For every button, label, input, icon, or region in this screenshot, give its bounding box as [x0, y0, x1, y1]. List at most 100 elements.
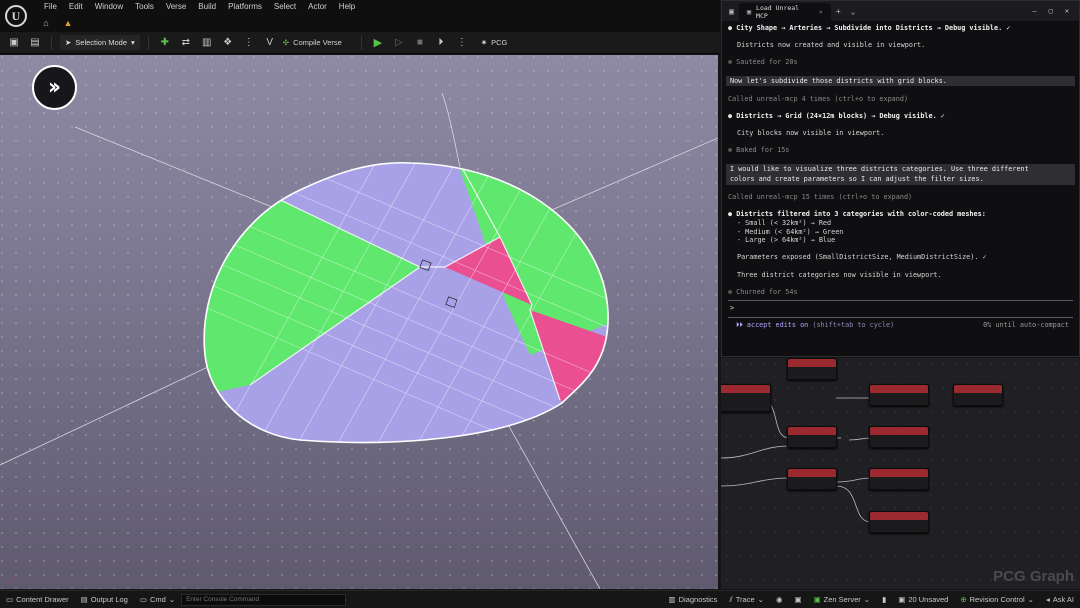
toolbar-divider — [147, 35, 149, 50]
revision-control-label: Revision Control — [969, 595, 1025, 604]
blueprint-icon[interactable]: ❖ — [220, 35, 236, 51]
home-icon[interactable]: ⌂ — [38, 17, 54, 30]
graph-node[interactable] — [721, 384, 771, 412]
graph-node[interactable] — [869, 426, 929, 448]
mode-hint: (shift+tab to cycle) — [812, 321, 895, 329]
close-window-icon[interactable]: ✕ — [1065, 7, 1069, 15]
content-browser-icon[interactable]: ▤ — [27, 35, 43, 51]
terminal-spacer — [728, 185, 1073, 194]
verse-icon[interactable]: V — [262, 35, 278, 51]
terminal-spacer — [728, 67, 1073, 76]
menu-item-edit[interactable]: Edit — [63, 2, 89, 12]
compile-verse-label: Compile Verse — [293, 38, 342, 47]
menu-item-tools[interactable]: Tools — [129, 2, 160, 12]
new-tab-icon[interactable]: + — [831, 7, 846, 16]
selection-mode-label: Selection Mode — [75, 38, 127, 47]
revision-icon: ⊕ — [960, 595, 967, 604]
cmd-label: Cmd — [149, 595, 166, 604]
save-icon: ▣ — [898, 595, 906, 604]
terminal-meta-line: Called unreal-mcp 15 times (ctrl+o to ex… — [728, 193, 913, 202]
diagnostics-label: Diagnostics — [678, 595, 718, 604]
terminal-tab[interactable]: ▣ Load Unreal MCP × — [738, 3, 831, 21]
mode-arrows-icon: ⏵⏵ — [736, 321, 747, 329]
menu-item-platforms[interactable]: Platforms — [222, 2, 268, 12]
save-icon[interactable]: ▣ — [6, 35, 22, 51]
claude-terminal-window: ▣ ▣ Load Unreal MCP × + ⌄ — ▢ ✕ ● City S… — [721, 0, 1080, 357]
cmd-dropdown[interactable]: ▭ Cmd ⌄ — [134, 595, 181, 604]
zen-server-dropdown[interactable]: ▣ Zen Server ⌄ — [808, 595, 877, 604]
play-options-icon[interactable]: ⋮ — [454, 35, 470, 51]
camera-icon[interactable]: ▣ — [788, 595, 807, 604]
terminal-titlebar: ▣ ▣ Load Unreal MCP × + ⌄ — ▢ ✕ — [722, 1, 1079, 21]
terminal-spacer — [728, 202, 1073, 211]
menu-item-window[interactable]: Window — [89, 2, 129, 12]
terminal-spacer — [728, 138, 1073, 147]
trace-label: Trace — [735, 595, 755, 604]
ask-ai-button[interactable]: ◂ Ask AI — [1040, 595, 1080, 604]
graph-node[interactable] — [869, 511, 929, 533]
bullet-icon: ● — [728, 210, 737, 219]
mode-indicator: ⏵⏵ accept edits on (shift+tab to cycle) — [736, 321, 894, 330]
compile-verse-button[interactable]: ✣ Compile Verse — [283, 38, 342, 47]
graph-node[interactable] — [787, 426, 837, 448]
menu-item-help[interactable]: Help — [333, 2, 361, 12]
cinematics-icon[interactable]: ▥ — [199, 35, 215, 51]
transform-icon[interactable]: ⇄ — [178, 35, 194, 51]
graph-node[interactable] — [787, 358, 837, 380]
console-command-input[interactable] — [181, 593, 347, 606]
viewport-scene — [0, 55, 718, 589]
unreal-logo-icon[interactable]: U — [5, 5, 27, 27]
arrow-icon: ◂ — [1045, 595, 1050, 604]
terminal-text-line: - Large (> 64km²) → Blue — [737, 236, 836, 245]
graph-node[interactable] — [869, 468, 929, 490]
launch-icon[interactable]: ⏵ — [433, 35, 449, 51]
terminal-text-line: - Small (< 32km²) → Red — [737, 219, 832, 228]
mode-label: accept edits on — [746, 321, 809, 329]
pcg-label: PCG — [491, 38, 508, 47]
main-menu: File Edit Window Tools Verse Build Platforms Se… — [38, 2, 361, 12]
menu-item-build[interactable]: Build — [192, 2, 222, 12]
trace-dropdown[interactable]: ⫽ Trace ⌄ — [723, 595, 770, 605]
terminal-icon: ▭ — [139, 595, 147, 604]
chevron-down-icon[interactable]: ⌄ — [846, 7, 861, 16]
level-tab-icon[interactable]: ▲ — [60, 17, 76, 30]
terminal-status-line: ⏵⏵ accept edits on (shift+tab to cycle) … — [728, 321, 1073, 330]
step-forward-icon[interactable]: ▷ — [391, 35, 407, 51]
ask-ai-label: Ask AI — [1052, 595, 1074, 604]
output-log-button[interactable]: ▤ Output Log — [75, 595, 134, 604]
level-viewport[interactable]: ›› ⟋ — [0, 55, 718, 589]
pcg-graph-editor[interactable]: PCG Graph — [721, 358, 1080, 589]
close-icon[interactable]: × — [819, 8, 823, 16]
unsaved-button[interactable]: ▣ 20 Unsaved — [892, 595, 954, 604]
more-options-icon[interactable]: ⋮ — [241, 35, 257, 51]
axis-gizmo-icon: ⟋ — [8, 577, 14, 586]
toolbar-divider — [51, 35, 52, 50]
graph-node[interactable] — [953, 384, 1003, 406]
terminal-input-area: > ⏵⏵ accept edits on (shift+tab to cycle… — [722, 300, 1079, 329]
unsaved-label: 20 Unsaved — [908, 595, 949, 604]
terminal-prompt[interactable]: > — [728, 304, 1073, 313]
add-actor-icon[interactable]: ✚ — [157, 35, 173, 51]
record-icon[interactable]: ◉ — [770, 595, 789, 604]
content-drawer-button[interactable]: ▭ Content Drawer — [0, 595, 75, 604]
play-icon[interactable]: ▶ — [370, 35, 386, 51]
diagnostics-button[interactable]: ▥ Diagnostics — [663, 595, 724, 604]
revision-control-dropdown[interactable]: ⊕ Revision Control ⌄ — [954, 595, 1040, 604]
menu-item-file[interactable]: File — [38, 2, 63, 12]
menu-item-select[interactable]: Select — [268, 2, 302, 12]
graph-node[interactable] — [787, 468, 837, 490]
bullet-icon: ● — [728, 24, 737, 32]
maximize-icon[interactable]: ▢ — [1049, 7, 1053, 15]
bars-icon[interactable]: ▮ — [876, 595, 892, 604]
minimize-icon[interactable]: — — [1032, 7, 1036, 15]
terminal-output: ● City Shape → Arteries → Subdivide into… — [722, 21, 1079, 296]
user-prompt-line: Now let's subdivide those districts with… — [726, 75, 1075, 87]
compile-icon: ✣ — [282, 38, 290, 47]
selection-mode-dropdown[interactable]: ➤ Selection Mode ▾ — [60, 35, 140, 50]
stop-icon[interactable]: ■ — [412, 35, 428, 51]
menu-item-actor[interactable]: Actor — [302, 2, 333, 12]
pcg-button[interactable]: ✷ PCG — [481, 38, 508, 47]
terminal-text-line: - Medium (< 64km²) → Green — [737, 227, 844, 236]
menu-item-verse[interactable]: Verse — [160, 2, 192, 12]
graph-node[interactable] — [869, 384, 929, 406]
